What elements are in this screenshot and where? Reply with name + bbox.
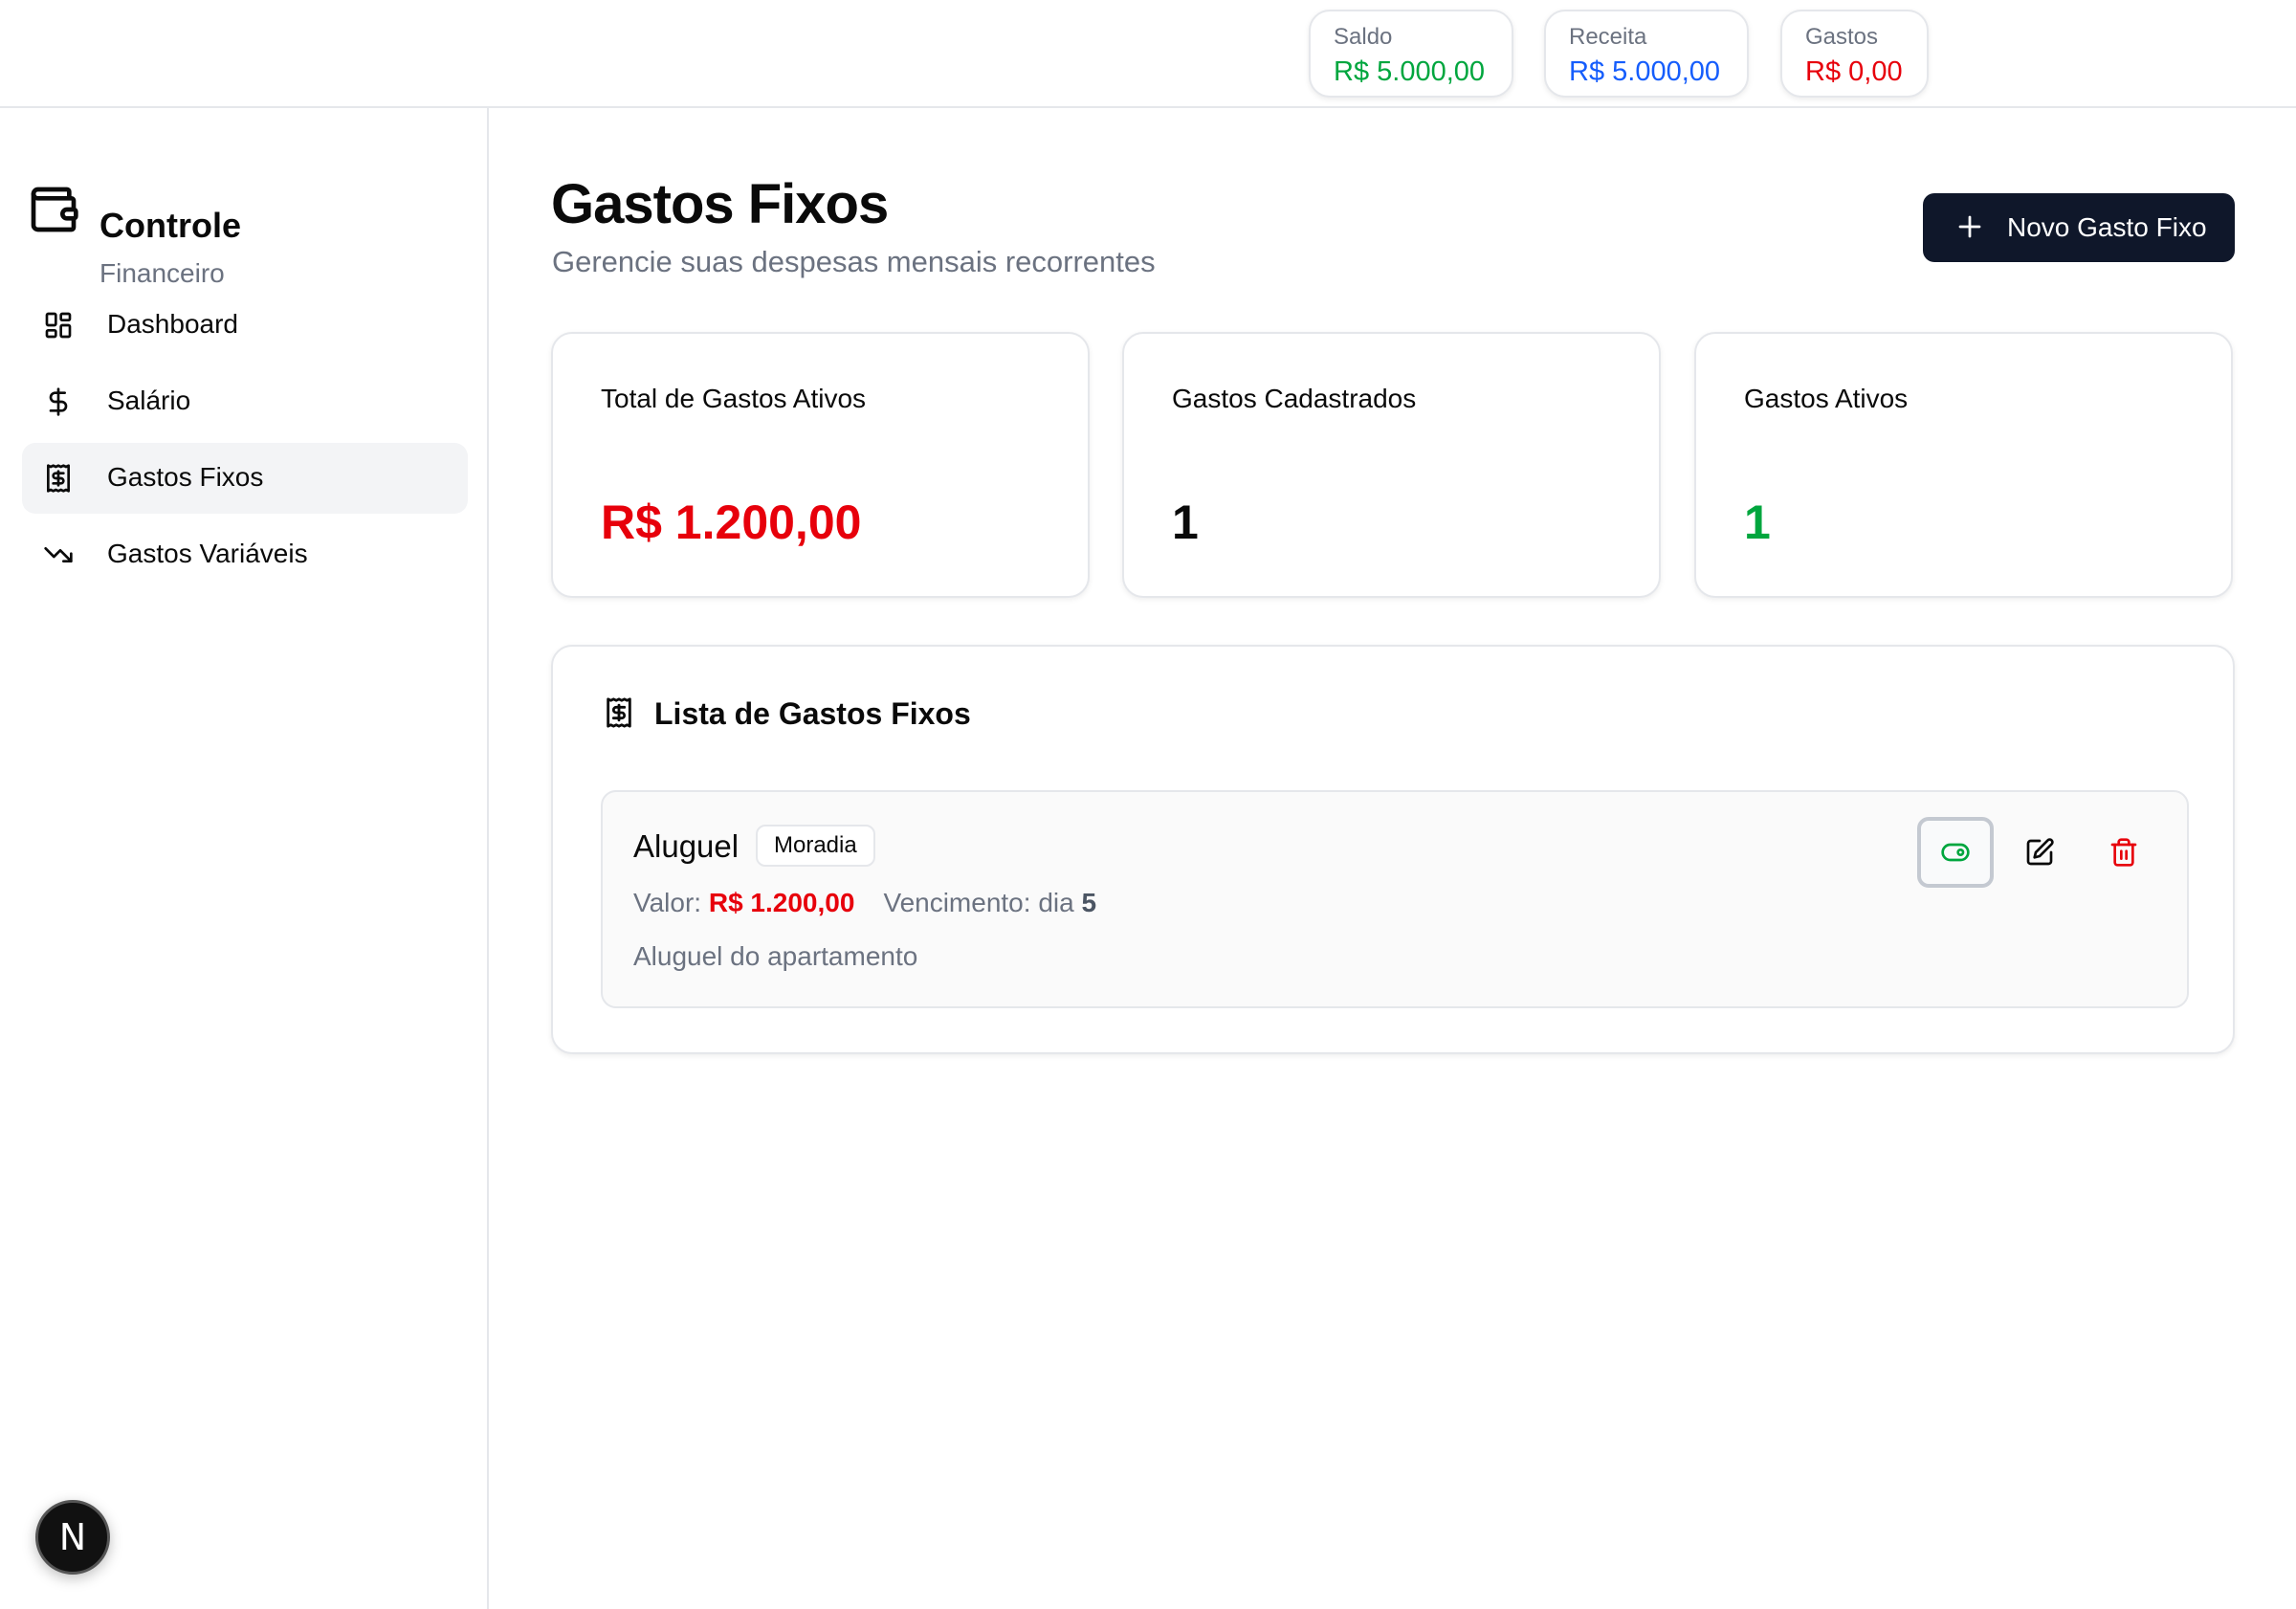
- gastos-value: R$ 0,00: [1805, 56, 1903, 87]
- gastos-pill: Gastos R$ 0,00: [1780, 10, 1929, 98]
- saldo-label: Saldo: [1334, 24, 1393, 50]
- sidebar-item-gastos-variaveis[interactable]: Gastos Variáveis: [22, 519, 468, 590]
- card-title: Total de Gastos Ativos: [601, 384, 867, 413]
- edit-icon: [2026, 838, 2054, 866]
- dollar-sign-icon: [49, 387, 68, 416]
- trending-down-icon: [44, 547, 73, 562]
- brand-title: Controle: [99, 206, 241, 245]
- card-value: R$ 1.200,00: [601, 496, 862, 549]
- page-subtitle: Gerencie suas despesas mensais recorrent…: [552, 245, 1156, 278]
- sidebar-item-label: Gastos Variáveis: [107, 539, 308, 568]
- delete-button[interactable]: [2086, 817, 2162, 888]
- toggle-on-icon: [1941, 843, 1970, 862]
- receita-pill: Receita R$ 5.000,00: [1544, 10, 1749, 98]
- gastos-label: Gastos: [1805, 24, 1879, 50]
- trash-icon: [2110, 838, 2137, 867]
- sidebar-item-salario[interactable]: Salário: [22, 366, 468, 437]
- receita-label: Receita: [1569, 24, 1647, 50]
- sidebar-item-dashboard[interactable]: Dashboard: [22, 290, 468, 361]
- page-title: Gastos Fixos: [551, 173, 889, 235]
- card-value: 1: [1172, 496, 1199, 549]
- expense-name: Aluguel: [633, 828, 740, 864]
- summary-card-ativos: Gastos Ativos 1: [1694, 332, 2233, 598]
- toggle-active-button[interactable]: [1917, 817, 1994, 888]
- top-bar: Saldo R$ 5.000,00 Receita R$ 5.000,00 Ga…: [0, 0, 2296, 108]
- valor-value: R$ 1.200,00: [708, 888, 855, 917]
- expense-description: Aluguel do apartamento: [633, 941, 918, 971]
- sidebar-item-label: Gastos Fixos: [107, 462, 264, 492]
- list-item: Aluguel Moradia Valor: R$ 1.200,00 Vencim…: [601, 790, 2189, 1008]
- sidebar-item-label: Dashboard: [107, 309, 238, 339]
- card-title: Gastos Cadastrados: [1172, 384, 1417, 413]
- edit-button[interactable]: [2001, 817, 2078, 888]
- card-value: 1: [1744, 496, 1771, 549]
- dashboard-grid-icon: [45, 312, 72, 339]
- list-title: Lista de Gastos Fixos: [654, 696, 971, 731]
- new-fixed-expense-button[interactable]: Novo Gasto Fixo: [1923, 193, 2235, 262]
- saldo-value: R$ 5.000,00: [1334, 56, 1486, 87]
- receipt-icon: [47, 464, 70, 493]
- wallet-icon: [31, 187, 78, 232]
- saldo-pill: Saldo R$ 5.000,00: [1309, 10, 1513, 98]
- vencimento-label: Vencimento: dia: [883, 888, 1074, 917]
- brand-subtitle: Financeiro: [99, 258, 225, 288]
- vencimento-day: 5: [1081, 888, 1097, 917]
- card-title: Gastos Ativos: [1744, 384, 1909, 413]
- sidebar-item-gastos-fixos[interactable]: Gastos Fixos: [22, 443, 468, 514]
- new-button-label: Novo Gasto Fixo: [2007, 212, 2207, 242]
- receipt-icon: [607, 697, 631, 728]
- category-badge: Moradia: [756, 825, 875, 867]
- summary-card-total: Total de Gastos Ativos R$ 1.200,00: [551, 332, 1090, 598]
- expense-details: Valor: R$ 1.200,00 Vencimento: dia 5: [633, 888, 1096, 918]
- sidebar: Controle Financeiro Dashboard Salário Ga…: [0, 108, 489, 1609]
- fixed-expenses-list-card: Lista de Gastos Fixos Aluguel Moradia Va…: [551, 645, 2235, 1054]
- summary-card-cadastrados: Gastos Cadastrados 1: [1122, 332, 1661, 598]
- valor-label: Valor:: [633, 888, 702, 917]
- receita-value: R$ 5.000,00: [1569, 56, 1721, 87]
- next-dev-badge[interactable]: N: [35, 1500, 110, 1575]
- sidebar-item-label: Salário: [107, 386, 191, 415]
- plus-icon: [1958, 215, 1981, 238]
